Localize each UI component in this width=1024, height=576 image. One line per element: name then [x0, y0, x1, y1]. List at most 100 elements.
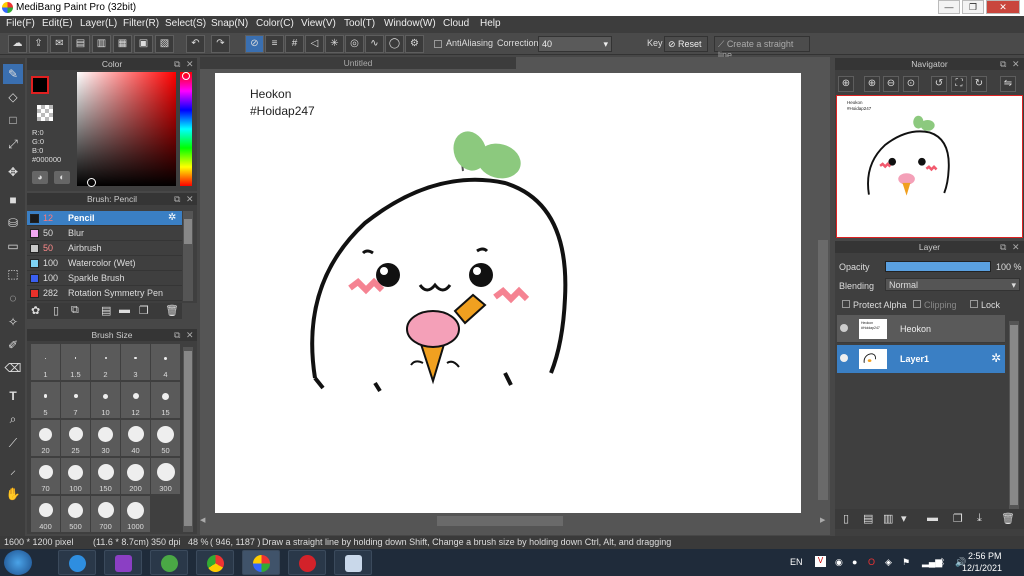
tray-icon[interactable]: ● — [852, 557, 857, 567]
zoom-in-2-icon[interactable]: ⊕ — [864, 76, 880, 92]
clock-date[interactable]: 12/1/2021 — [962, 563, 1002, 573]
divide-tool-icon[interactable]: ⟋ — [3, 433, 23, 453]
transparent-color-swatch[interactable] — [37, 105, 53, 121]
ellipse-snap-icon[interactable]: ◯ — [385, 35, 404, 53]
brush-size-cell[interactable]: 5 — [31, 382, 60, 418]
close-icon[interactable]: ✕ — [1012, 241, 1020, 253]
folder-icon[interactable]: ▬ — [927, 512, 938, 524]
grid-snap-icon[interactable]: # — [285, 35, 304, 53]
undock-icon[interactable]: ⧉ — [174, 193, 180, 205]
brush-size-scrollbar[interactable] — [183, 347, 193, 532]
brush-size-cell[interactable]: 50 — [151, 420, 180, 456]
brush-size-cell[interactable]: 500 — [61, 496, 90, 532]
close-icon[interactable]: ✕ — [186, 58, 194, 70]
brush-size-cell[interactable]: 300 — [151, 458, 180, 494]
select-pen-icon[interactable]: ✐ — [3, 335, 23, 355]
taskbar-chrome-icon[interactable] — [196, 550, 234, 575]
brush-size-cell[interactable]: 150 — [91, 458, 120, 494]
menu-color[interactable]: Color(C) — [256, 18, 294, 29]
copy-brush-icon[interactable]: ⧉ — [71, 304, 79, 317]
brush-item[interactable]: 50 Airbrush — [27, 241, 182, 256]
taskbar-medibang-icon[interactable] — [242, 550, 280, 575]
gear-icon[interactable]: ✲ — [991, 351, 1001, 365]
menu-help[interactable]: Help — [480, 18, 501, 29]
trash-icon[interactable]: 🗑 — [1001, 512, 1015, 525]
bluetooth-icon[interactable]: ᛒ — [940, 557, 945, 567]
parallel-snap-icon[interactable]: ≡ — [265, 35, 284, 53]
brush-tool-icon[interactable]: ✎ — [3, 64, 23, 84]
cloud-icon[interactable]: ☁ — [8, 35, 27, 53]
brush-size-cell[interactable]: 15 — [151, 382, 180, 418]
tray-app2-icon[interactable]: ◈ — [885, 557, 892, 568]
menu-file[interactable]: File(F) — [6, 18, 35, 29]
snap-settings-icon[interactable]: ⚙ — [405, 35, 424, 53]
tray-flag-icon[interactable]: ⚑ — [902, 557, 910, 568]
brush-size-cell[interactable]: 12 — [121, 382, 150, 418]
brush-size-cell[interactable]: 4 — [151, 344, 180, 380]
redo-icon[interactable]: ↷ — [211, 35, 230, 53]
select-tool-icon[interactable]: ⬚ — [3, 264, 23, 284]
hue-slider-handle[interactable] — [182, 72, 190, 80]
layer-scrollbar[interactable] — [1009, 321, 1019, 511]
rotate-right-icon[interactable]: ↻ — [971, 76, 987, 92]
new-layer-icon[interactable]: ▯ — [843, 512, 849, 525]
comment-icon[interactable]: ✉ — [50, 35, 69, 53]
rotate-left-icon[interactable]: ↺ — [931, 76, 947, 92]
folder-icon[interactable]: ▬ — [119, 304, 130, 316]
blending-select[interactable]: Normal ▾ — [885, 278, 1020, 291]
close-icon[interactable]: ✕ — [186, 193, 194, 205]
color-picker-cursor[interactable] — [87, 178, 96, 187]
zoom-out-icon[interactable]: ⊖ — [883, 76, 899, 92]
canvas-vertical-scrollbar[interactable] — [818, 240, 828, 500]
menu-edit[interactable]: Edit(E) — [42, 18, 73, 29]
taskbar-ie-icon[interactable] — [58, 550, 96, 575]
brush-list-scrollbar[interactable] — [183, 211, 193, 301]
operation-tool-icon[interactable]: ⌕ — [3, 409, 23, 429]
add-brush-icon[interactable]: ✿ — [31, 304, 40, 317]
save-icon[interactable]: ▤ — [71, 35, 90, 53]
menu-tool[interactable]: Tool(T) — [344, 18, 375, 29]
brush-size-cell[interactable]: 1 — [31, 344, 60, 380]
tray-opera-icon[interactable]: O — [868, 557, 875, 567]
eye-icon[interactable] — [840, 324, 848, 332]
undock-icon[interactable]: ⧉ — [174, 58, 180, 70]
tray-app-icon[interactable]: V — [815, 556, 826, 567]
text-tool-icon[interactable]: T — [3, 386, 23, 406]
gear-icon[interactable]: ✲ — [168, 212, 176, 223]
clock-time[interactable]: 2:56 PM — [968, 551, 1002, 561]
perspective-snap-icon[interactable]: ◁ — [305, 35, 324, 53]
canvas-icon[interactable]: ▧ — [155, 35, 174, 53]
brush-item[interactable]: 12 Pencil ✲ — [27, 211, 182, 226]
menu-select[interactable]: Select(S) — [165, 18, 206, 29]
duplicate-layer-icon[interactable]: ❐ — [953, 512, 963, 525]
brush-size-cell[interactable]: 400 — [31, 496, 60, 532]
brush-item[interactable]: 100 Watercolor (Wet) — [27, 256, 182, 271]
brush-doc-icon[interactable]: ▤ — [101, 304, 111, 317]
brush-size-cell[interactable]: 20 — [31, 420, 60, 456]
canvas-horizontal-scrollbar[interactable] — [437, 516, 563, 526]
menu-layer[interactable]: Layer(L) — [80, 18, 117, 29]
undock-icon[interactable]: ⧉ — [174, 329, 180, 341]
brush-size-cell[interactable]: 70 — [31, 458, 60, 494]
brush-size-cell[interactable]: 30 — [91, 420, 120, 456]
minimize-button[interactable]: — — [938, 0, 960, 14]
color-saturation-field[interactable] — [77, 72, 176, 186]
menu-cloud[interactable]: Cloud — [443, 18, 469, 29]
brush-item[interactable]: 282 Rotation Symmetry Pen — [27, 286, 182, 301]
reset-button[interactable]: ⊘ Reset — [664, 36, 708, 52]
taskbar-visualstudio-icon[interactable] — [104, 550, 142, 575]
merge-layer-icon[interactable]: ⤓ — [977, 512, 982, 525]
add-layer-menu-icon[interactable]: ▾ — [901, 512, 907, 525]
menu-view[interactable]: View(V) — [301, 18, 336, 29]
navigator-preview[interactable]: Heokon #Hoidap247 — [836, 95, 1023, 238]
document-tab[interactable]: Untitled — [200, 57, 516, 69]
close-button[interactable]: ✕ — [986, 0, 1020, 14]
flip-icon[interactable]: ⇋ — [1000, 76, 1016, 92]
brush-size-cell[interactable]: 25 — [61, 420, 90, 456]
hand-tool-icon[interactable]: ✋ — [3, 484, 23, 504]
select-eraser-icon[interactable]: ⌫ — [3, 358, 23, 378]
menu-window[interactable]: Window(W) — [384, 18, 436, 29]
new-layer-8bit-icon[interactable]: ▤ — [863, 512, 873, 525]
brush-size-cell[interactable]: 7 — [61, 382, 90, 418]
lock-checkbox[interactable] — [970, 300, 978, 308]
